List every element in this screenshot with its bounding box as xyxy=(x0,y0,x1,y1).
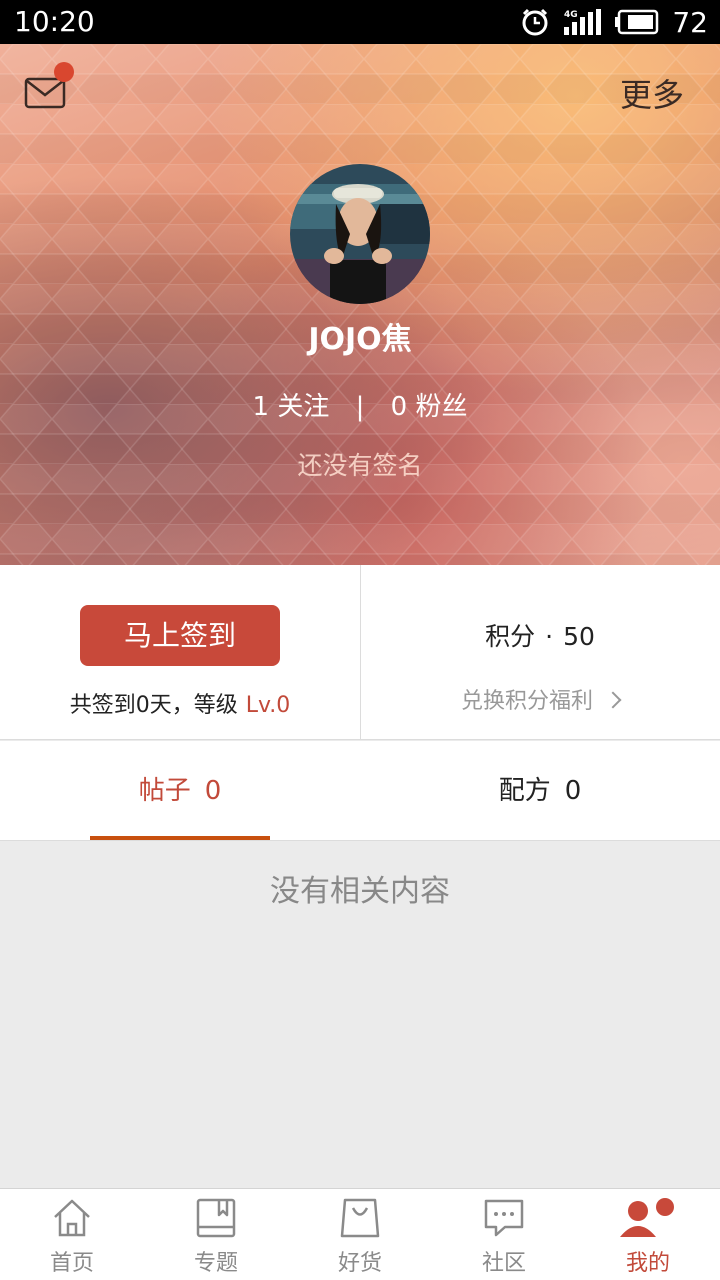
battery-level: 72 xyxy=(672,5,708,39)
tab-recipes-count: 0 xyxy=(564,776,582,806)
tab-posts-label: 帖子 xyxy=(138,776,191,806)
chevron-right-icon xyxy=(604,691,622,709)
tab-posts-count: 0 xyxy=(204,776,222,806)
nav-label-goods: 好货 xyxy=(337,1251,382,1276)
nav-item-goods[interactable]: 好货 xyxy=(288,1189,432,1280)
book-icon xyxy=(196,1198,236,1238)
shopping-bag-icon xyxy=(340,1198,380,1238)
nav-label-home: 首页 xyxy=(49,1251,94,1276)
svg-text:4G: 4G xyxy=(564,10,578,20)
checkin-button[interactable]: 马上签到 xyxy=(80,605,280,666)
following-stat[interactable]: 1 关注 xyxy=(253,386,330,423)
signature: 还没有签名 xyxy=(297,451,423,480)
following-count: 1 xyxy=(252,392,270,422)
nav-item-me[interactable]: 我的 xyxy=(576,1189,720,1280)
user-icon xyxy=(620,1198,674,1237)
followers-count: 0 xyxy=(390,392,408,422)
nav-label-topics: 专题 xyxy=(193,1251,238,1276)
followers-stat[interactable]: 0 粉丝 xyxy=(391,386,468,423)
followers-label: 粉丝 xyxy=(415,392,468,422)
profile-header: 更多 JOJO焦 1 关注 | 0 粉丝 还没有签名 xyxy=(0,44,720,565)
signal-icon: 4G xyxy=(564,9,602,35)
status-bar: 10:20 4G 72 xyxy=(0,0,720,44)
following-label: 关注 xyxy=(277,392,330,422)
checkin-points-panel: 马上签到 共签到0天，等级 Lv.0 积分 · 50 兑换积分福利 xyxy=(0,565,720,740)
nav-item-community[interactable]: 社区 xyxy=(432,1189,576,1280)
empty-state-text: 没有相关内容 xyxy=(270,874,450,909)
bottom-navigation: 首页 专题 好货 社区 我的 xyxy=(0,1188,720,1280)
tab-recipes-label: 配方 xyxy=(498,776,551,806)
points-dot: · xyxy=(545,622,554,651)
stats-separator: | xyxy=(355,392,365,422)
username: JOJO焦 xyxy=(308,322,412,357)
checkin-info: 共签到0天，等级 Lv.0 xyxy=(0,687,360,719)
home-icon xyxy=(54,1199,90,1237)
redeem-points-link[interactable]: 兑换积分福利 xyxy=(360,683,720,715)
alarm-icon xyxy=(522,8,548,36)
status-icons: 4G 72 xyxy=(520,0,708,44)
follow-stats: 1 关注 | 0 粉丝 xyxy=(0,386,720,423)
unread-badge xyxy=(54,62,74,82)
redeem-label: 兑换积分福利 xyxy=(460,689,593,714)
nav-item-topics[interactable]: 专题 xyxy=(144,1189,288,1280)
nav-label-me: 我的 xyxy=(625,1251,670,1276)
content-tabs: 帖子 0 配方 0 xyxy=(0,741,720,841)
tab-posts[interactable]: 帖子 0 xyxy=(0,741,360,840)
nav-item-home[interactable]: 首页 xyxy=(0,1189,144,1280)
user-level: Lv.0 xyxy=(245,693,291,718)
active-tab-indicator xyxy=(90,836,270,840)
avatar-photo xyxy=(290,164,430,304)
hexagon-background xyxy=(0,44,720,565)
chat-bubble-icon xyxy=(484,1199,524,1237)
avatar[interactable] xyxy=(290,164,430,304)
points-display: 积分 · 50 xyxy=(360,617,720,653)
points-label: 积分 xyxy=(485,622,536,651)
nav-label-community: 社区 xyxy=(481,1251,526,1276)
checkin-days-text: 共签到0天，等级 xyxy=(69,693,238,718)
battery-icon xyxy=(615,9,659,35)
tab-recipes[interactable]: 配方 0 xyxy=(360,741,720,840)
points-value: 50 xyxy=(563,622,595,651)
status-time: 10:20 xyxy=(14,5,95,38)
more-button[interactable]: 更多 xyxy=(620,70,684,116)
